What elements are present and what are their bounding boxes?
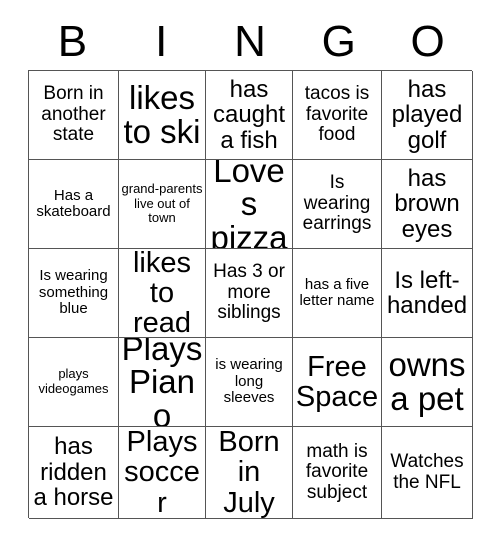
bingo-cell-text: Is wearing something blue — [38, 267, 109, 318]
bingo-cell-r3c1[interactable]: Is wearing something blue — [29, 249, 119, 338]
bingo-cell-r5c1[interactable]: has ridden a horse — [29, 427, 119, 519]
header-letter-g: G — [321, 17, 356, 66]
bingo-cell-text: math is favorite subject — [305, 440, 369, 503]
bingo-header-letters: B I N G O — [28, 14, 472, 70]
bingo-cell-r3c2[interactable]: likes to read — [119, 249, 206, 338]
bingo-card: B I N G O Born in another state likes to… — [0, 0, 500, 544]
bingo-cell-r5c5[interactable]: Watches the NFL — [382, 427, 473, 519]
bingo-cell-r2c2[interactable]: grand-parents live out of town — [119, 160, 206, 249]
bingo-cell-r3c3[interactable]: Has 3 or more siblings — [206, 249, 293, 338]
bingo-cell-text: owns a pet — [388, 346, 466, 417]
bingo-cell-r1c2[interactable]: likes to ski — [119, 71, 206, 160]
bingo-cell-r3c4[interactable]: has a five letter name — [293, 249, 382, 338]
bingo-cell-text: is wearing long sleeves — [215, 356, 283, 407]
bingo-cell-r2c4[interactable]: Is wearing earrings — [293, 160, 382, 249]
bingo-cell-text: has a five letter name — [299, 275, 375, 309]
bingo-cell-text: Watches the NFL — [390, 450, 464, 493]
bingo-cell-r2c3[interactable]: Loves pizza — [206, 160, 293, 249]
header-letter-i: I — [155, 17, 168, 66]
bingo-cell-r4c5[interactable]: owns a pet — [382, 338, 473, 427]
bingo-cell-text: has caught a fish — [212, 75, 286, 154]
bingo-cell-text: Has 3 or more siblings — [213, 261, 285, 324]
bingo-cell-text: has played golf — [391, 75, 463, 154]
bingo-cell-text: plays videogames — [38, 366, 109, 396]
bingo-cell-text: Has a skateboard — [36, 186, 111, 220]
bingo-cell-r2c5[interactable]: has brown eyes — [382, 160, 473, 249]
bingo-cell-text: has ridden a horse — [33, 433, 114, 512]
bingo-cell-r2c1[interactable]: Has a skateboard — [29, 160, 119, 249]
bingo-cell-text: Is left-handed — [386, 266, 468, 319]
bingo-cell-r5c4[interactable]: math is favorite subject — [293, 427, 382, 519]
bingo-cell-text: Plays Piano — [121, 338, 203, 427]
bingo-cell-text: likes to ski — [123, 79, 201, 150]
bingo-cell-text: Is wearing earrings — [302, 172, 372, 235]
bingo-cell-text: has brown eyes — [394, 164, 460, 243]
bingo-cell-text: Plays soccer — [124, 427, 200, 519]
bingo-cell-text: Born in July — [218, 427, 280, 519]
bingo-cell-r1c4[interactable]: tacos is favorite food — [293, 71, 382, 160]
bingo-cell-r3c5[interactable]: Is left-handed — [382, 249, 473, 338]
bingo-cell-text: grand-parents live out of town — [121, 181, 203, 226]
bingo-cell-r4c2[interactable]: Plays Piano — [119, 338, 206, 427]
bingo-cell-r1c5[interactable]: has played golf — [382, 71, 473, 160]
bingo-cell-text: tacos is favorite food — [304, 83, 370, 146]
bingo-cell-r4c1[interactable]: plays videogames — [29, 338, 119, 427]
header-letter-n: N — [234, 17, 266, 66]
header-letter-o: O — [410, 17, 445, 66]
bingo-cell-free-space[interactable]: Free Space — [293, 338, 382, 427]
bingo-cell-r1c3[interactable]: has caught a fish — [206, 71, 293, 160]
bingo-cell-text: Loves pizza — [210, 160, 288, 249]
bingo-cell-text: Born in another state — [41, 83, 106, 146]
bingo-grid: Born in another state likes to ski has c… — [28, 70, 473, 519]
bingo-cell-text: likes to read — [132, 249, 192, 338]
bingo-cell-r5c3[interactable]: Born in July — [206, 427, 293, 519]
bingo-cell-r5c2[interactable]: Plays soccer — [119, 427, 206, 519]
bingo-cell-r4c3[interactable]: is wearing long sleeves — [206, 338, 293, 427]
bingo-cell-text: Free Space — [295, 350, 379, 413]
bingo-cell-r1c1[interactable]: Born in another state — [29, 71, 119, 160]
header-letter-b: B — [57, 17, 88, 66]
